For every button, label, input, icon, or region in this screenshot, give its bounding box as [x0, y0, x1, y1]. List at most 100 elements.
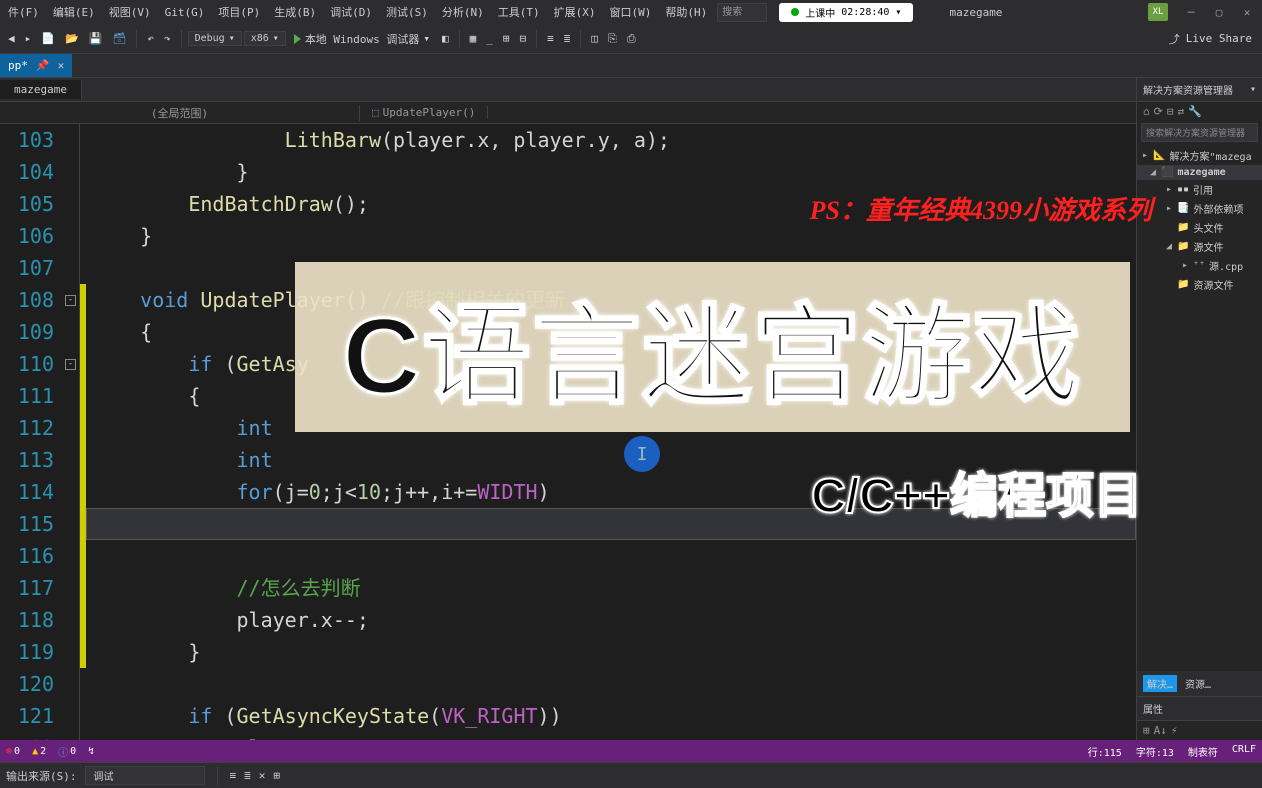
quick-search-input[interactable]: 搜索 [717, 3, 767, 22]
categorize-icon[interactable]: ⊞ [1143, 724, 1150, 737]
save-all-button[interactable]: 🗃 [108, 29, 130, 48]
errors-count[interactable]: ⊗ 0 [6, 746, 20, 757]
refs-node[interactable]: ▸▪▪引用 [1137, 180, 1262, 199]
scope-func[interactable]: ⬚ UpdatePlayer() [360, 106, 488, 119]
headers-node[interactable]: 📁头文件 [1137, 218, 1262, 237]
tabs-indicator[interactable]: 制表符 [1188, 744, 1218, 759]
info-count[interactable]: ⓘ 0 [58, 744, 76, 759]
output-source-dropdown[interactable]: 调试 [85, 766, 205, 785]
wrench-icon[interactable]: 🔧 [1188, 105, 1202, 118]
minimize-button[interactable]: ─ [1180, 3, 1202, 21]
fold-gutter[interactable]: -- [62, 124, 80, 740]
pin-icon[interactable]: 📌 [36, 59, 50, 72]
start-debug-button[interactable]: 本地 Windows 调试器 ▾ [288, 29, 436, 49]
sync-icon[interactable]: ⇄ [1177, 105, 1184, 118]
menu-git[interactable]: Git(G) [161, 4, 209, 21]
project-node[interactable]: ◢⬛mazegame [1137, 165, 1262, 180]
tool-btn-3[interactable]: _ [482, 29, 497, 48]
overlay-ps-text: PS：童年经典4399小游戏系列 [810, 190, 1152, 227]
menu-test[interactable]: 测试(S) [382, 2, 432, 22]
refresh-icon[interactable]: ⟳ [1154, 105, 1163, 118]
solution-node[interactable]: ▸📐解决方案"mazega [1137, 146, 1262, 165]
tool-btn-5[interactable]: ⊟ [516, 29, 531, 48]
tool-btn-7[interactable]: ≣ [560, 29, 575, 48]
menu-debug[interactable]: 调试(D) [326, 2, 376, 22]
events-icon[interactable]: ⚡ [1171, 724, 1178, 737]
line-indicator[interactable]: 行:115 [1088, 744, 1122, 759]
pin-icon[interactable]: ▾ [1250, 84, 1256, 95]
undo-button[interactable]: ↶ [143, 29, 158, 48]
scope-bar: (全局范围) ⬚ UpdatePlayer() [0, 102, 1136, 124]
menu-file[interactable]: 件(F) [4, 2, 43, 22]
tool-btn-6[interactable]: ≡ [543, 29, 558, 48]
tool-btn-10[interactable]: ⎙ [623, 29, 640, 49]
resources-node[interactable]: 📁资源文件 [1137, 275, 1262, 294]
live-share-button[interactable]: ⤴ Live Share [1163, 29, 1258, 49]
menubar: 件(F) 编辑(E) 视图(V) Git(G) 项目(P) 生成(B) 调试(D… [0, 0, 1262, 24]
user-badge[interactable]: XL [1148, 3, 1168, 21]
tool-btn-9[interactable]: ⎘ [604, 29, 621, 49]
output-label: 输出来源(S): [6, 768, 77, 784]
forward-button[interactable]: ▸ [21, 29, 36, 48]
solution-search-input[interactable]: 搜索解决方案资源管理器 [1141, 123, 1258, 142]
home-icon[interactable]: ⌂ [1143, 105, 1150, 118]
tool-btn-8[interactable]: ◫ [587, 29, 602, 48]
output-tool-4[interactable]: ⊞ [273, 769, 280, 782]
recording-time: 02:28:40 [841, 7, 889, 18]
open-button[interactable]: 📂 [61, 29, 83, 48]
crlf-indicator[interactable]: CRLF [1232, 744, 1256, 759]
menu-view[interactable]: 视图(V) [105, 2, 155, 22]
char-indicator[interactable]: 字符:13 [1136, 744, 1174, 759]
close-tab-icon[interactable]: ✕ [58, 59, 65, 72]
solution-explorer-header: 解决方案资源管理器 ▾ [1137, 78, 1262, 102]
side-tab-solution[interactable]: 解决… [1143, 675, 1177, 692]
overlay-main-banner: C语言迷宫游戏 [295, 262, 1130, 432]
file-tab-active[interactable]: pp* 📌 ✕ [0, 54, 72, 77]
method-icon: ⬚ [372, 106, 379, 119]
output-tool-3[interactable]: ✕ [259, 769, 266, 782]
alpha-icon[interactable]: A↓ [1154, 724, 1167, 737]
menu-window[interactable]: 窗口(W) [606, 2, 656, 22]
file-tabbar: pp* 📌 ✕ [0, 54, 1262, 78]
output-tool-2[interactable]: ≣ [244, 769, 251, 782]
build-icon[interactable]: ↯ [88, 746, 94, 757]
side-tab-resources[interactable]: 资源… [1185, 676, 1211, 691]
source-cpp-node[interactable]: ▸⁺⁺源.cpp [1137, 256, 1262, 275]
doc-tabs: mazegame [0, 78, 1136, 102]
maximize-button[interactable]: ▢ [1208, 3, 1230, 21]
collapse-icon[interactable]: ⊟ [1167, 105, 1174, 118]
overlay-sub-text: C/C++编程项目 [811, 456, 1142, 526]
properties-header: 属性 [1137, 697, 1262, 721]
tool-btn-2[interactable]: ▦ [466, 29, 481, 48]
warning-icon: ▲ [32, 746, 38, 757]
tool-btn-4[interactable]: ⊞ [499, 29, 514, 48]
menu-project[interactable]: 项目(P) [214, 2, 264, 22]
menu-build[interactable]: 生成(B) [270, 2, 320, 22]
warnings-count[interactable]: ▲ 2 [32, 746, 46, 757]
external-deps-node[interactable]: ▸📑外部依赖项 [1137, 199, 1262, 218]
menu-help[interactable]: 帮助(H) [661, 2, 711, 22]
line-number-gutter: 1031041051061071081091101111121131141151… [0, 124, 62, 740]
menu-extensions[interactable]: 扩展(X) [550, 2, 600, 22]
platform-dropdown[interactable]: x86 ▾ [244, 31, 286, 46]
chevron-down-icon: ▾ [895, 7, 901, 18]
doc-tab[interactable]: mazegame [0, 80, 82, 99]
overlay-main-text: C语言迷宫游戏 [343, 269, 1083, 425]
recording-label: 上课中 [805, 5, 835, 20]
sources-node[interactable]: ◢📁源文件 [1137, 237, 1262, 256]
back-button[interactable]: ◀ [4, 29, 19, 48]
menu-analyze[interactable]: 分析(N) [438, 2, 488, 22]
new-file-button[interactable]: 📄 [37, 29, 59, 48]
close-button[interactable]: ✕ [1236, 3, 1258, 21]
menu-tools[interactable]: 工具(T) [494, 2, 544, 22]
tab-label: pp* [8, 59, 28, 72]
recording-badge[interactable]: 上课中 02:28:40 ▾ [779, 3, 913, 22]
config-dropdown[interactable]: Debug ▾ [188, 31, 242, 46]
scope-global[interactable]: (全局范围) [0, 105, 360, 121]
redo-button[interactable]: ↷ [160, 29, 175, 48]
menu-edit[interactable]: 编辑(E) [49, 2, 99, 22]
output-tool-1[interactable]: ≡ [230, 769, 237, 782]
tool-btn-1[interactable]: ◧ [438, 29, 453, 48]
share-icon: ⤴ [1169, 31, 1180, 47]
save-button[interactable]: 💾 [85, 29, 107, 48]
